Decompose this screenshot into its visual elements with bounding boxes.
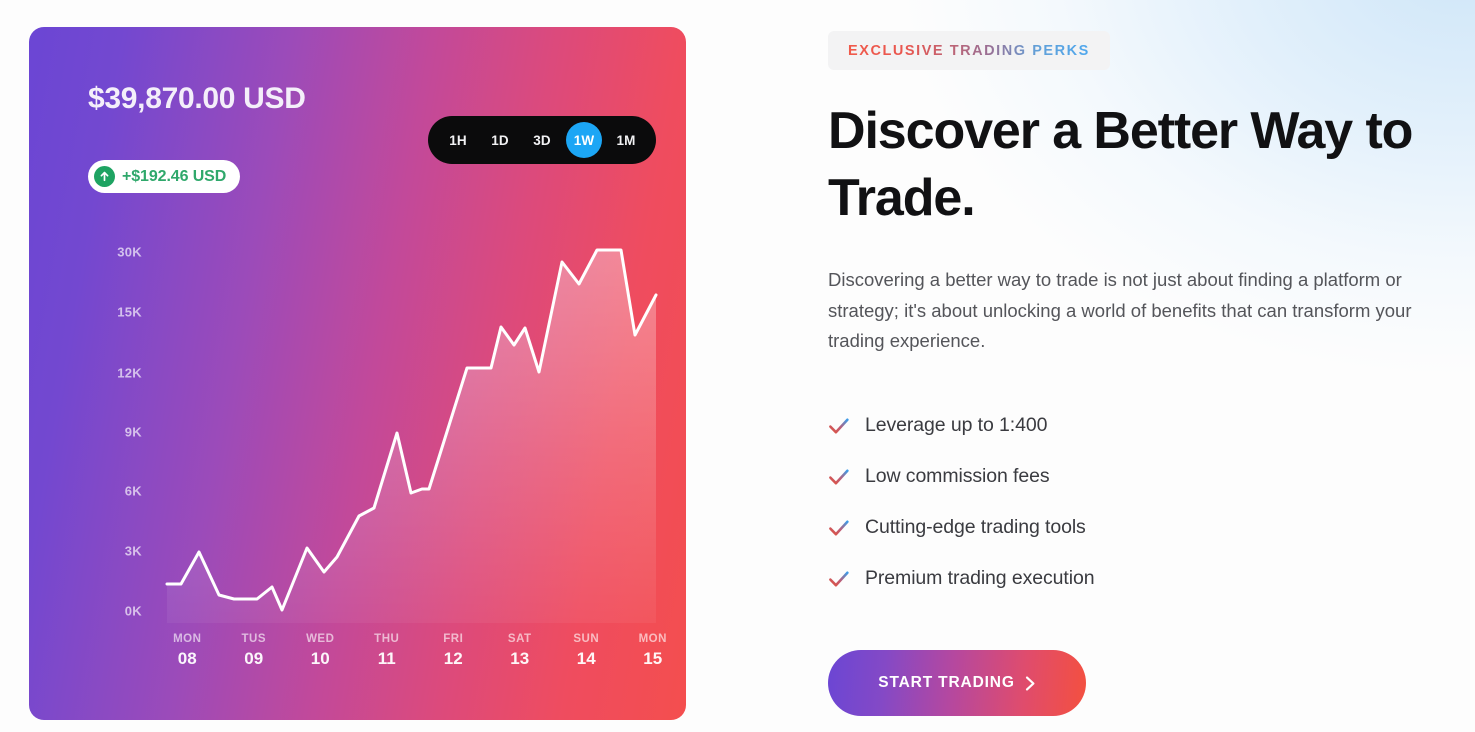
start-trading-button[interactable]: START TRADING	[828, 650, 1086, 716]
x-axis-weekday: FRI	[443, 633, 464, 645]
range-pill-1w[interactable]: 1W	[566, 122, 602, 158]
x-axis-tick: SUN 14	[553, 633, 620, 693]
x-axis-weekday: SAT	[507, 633, 532, 645]
x-axis-weekday: SUN	[573, 633, 600, 645]
hero-description: Discovering a better way to trade is not…	[828, 269, 1412, 352]
price-change-value: +$192.46 USD	[122, 167, 227, 185]
y-axis-tick: 9K	[124, 424, 142, 440]
x-axis-tick: FRI 12	[420, 633, 487, 693]
time-range-switcher[interactable]: 1H 1D 3D 1W 1M	[428, 116, 656, 164]
range-pill-3d[interactable]: 3D	[524, 122, 560, 158]
x-axis-day: 11	[377, 649, 396, 668]
y-axis-tick: 12K	[117, 365, 142, 381]
feature-list: Leverage up to 1:400 Low commission fees C…	[828, 400, 1328, 604]
x-axis-tick: SAT 13	[487, 633, 554, 693]
check-icon	[828, 568, 850, 590]
feature-label: Low commission fees	[865, 465, 1050, 487]
x-axis-day: 14	[576, 649, 596, 668]
y-axis-tick: 30K	[117, 244, 142, 260]
feature-item: Leverage up to 1:400	[828, 400, 1328, 451]
y-axis-tick: 6K	[124, 483, 142, 499]
x-axis-day: 10	[310, 649, 330, 668]
range-pill-1d[interactable]: 1D	[482, 122, 518, 158]
y-axis-tick: 0K	[124, 603, 142, 619]
landing-hero-section: $39,870.00 USD +$192.46 USD 1H 1D 3D 1W 1M	[0, 0, 1475, 732]
eyebrow-badge: EXCLUSIVE TRADING PERKS	[828, 31, 1110, 70]
chart-x-axis: MON 08 TUS 09 WED 10 THU 11 FRI 12 SAT 13 SUN 14 MON 15	[154, 633, 686, 693]
feature-label: Premium trading execution	[865, 567, 1095, 589]
chart-y-axis: 30K 15K 12K 9K 6K 3K 0K	[29, 223, 154, 623]
x-axis-tick: TUS 09	[221, 633, 288, 693]
eyebrow-label: EXCLUSIVE TRADING PERKS	[848, 42, 1090, 59]
price-change-badge: +$192.46 USD	[88, 160, 241, 193]
x-axis-weekday: WED	[306, 633, 335, 645]
feature-label: Cutting-edge trading tools	[865, 516, 1086, 538]
arrow-up-icon	[94, 166, 115, 187]
x-axis-tick: WED 10	[287, 633, 354, 693]
x-axis-tick: MON 15	[620, 633, 687, 693]
x-axis-tick: THU 11	[354, 633, 421, 693]
x-axis-weekday: TUS	[241, 633, 266, 645]
x-axis-day: 12	[443, 649, 463, 668]
feature-item: Premium trading execution	[828, 553, 1328, 604]
range-pill-1h[interactable]: 1H	[440, 122, 476, 158]
price-value: $39,870.00 USD	[88, 82, 306, 115]
x-axis-weekday: MON	[173, 633, 202, 645]
x-axis-day: 08	[177, 649, 197, 668]
range-pill-1m[interactable]: 1M	[608, 122, 644, 158]
start-trading-label: START TRADING	[878, 674, 1015, 691]
check-icon	[828, 517, 850, 539]
x-axis-day: 13	[510, 649, 530, 668]
check-icon	[828, 415, 850, 437]
y-axis-tick: 3K	[124, 543, 142, 559]
check-icon	[828, 466, 850, 488]
y-axis-tick: 15K	[117, 304, 142, 320]
hero-copy-column: EXCLUSIVE TRADING PERKS Discover a Bette…	[828, 0, 1453, 732]
x-axis-tick: MON 08	[154, 633, 221, 693]
feature-item: Low commission fees	[828, 451, 1328, 502]
x-axis-day: 15	[643, 649, 663, 668]
x-axis-weekday: THU	[374, 633, 400, 645]
feature-label: Leverage up to 1:400	[865, 414, 1048, 436]
feature-item: Cutting-edge trading tools	[828, 502, 1328, 553]
x-axis-weekday: MON	[638, 633, 667, 645]
page-title: Discover a Better Way to Trade.	[828, 102, 1413, 228]
chart-area-fill	[167, 250, 656, 623]
x-axis-day: 09	[244, 649, 264, 668]
trading-chart-card: $39,870.00 USD +$192.46 USD 1H 1D 3D 1W 1M	[29, 27, 686, 720]
chevron-right-icon	[1025, 676, 1035, 690]
